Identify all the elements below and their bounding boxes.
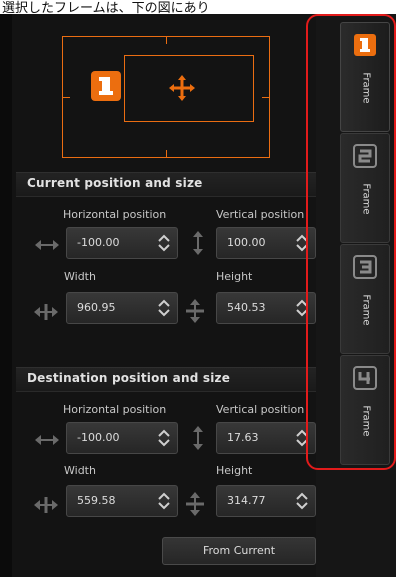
current-vertical-value: 100.00 xyxy=(227,236,266,249)
current-position-header: Current position and size xyxy=(16,172,316,197)
from-current-button[interactable]: From Current xyxy=(162,537,316,565)
height-resize-icon xyxy=(186,299,204,323)
tab-frame-3[interactable]: Frame xyxy=(340,244,390,354)
number-one-icon xyxy=(354,34,376,56)
tab-frame-2-label: Frame xyxy=(360,183,372,215)
stepper-arrows-icon[interactable] xyxy=(295,491,309,511)
destination-horizontal-field[interactable]: -100.00 xyxy=(66,422,178,454)
frame-number-badge xyxy=(91,71,121,101)
stepper-arrows-icon[interactable] xyxy=(157,298,171,318)
tab-frame-1-label: Frame xyxy=(360,72,372,104)
width-resize-icon xyxy=(34,304,58,320)
number-one-icon xyxy=(99,77,113,95)
destination-width-label: Width xyxy=(64,464,96,477)
stepper-arrows-icon[interactable] xyxy=(157,233,171,253)
current-horizontal-value: -100.00 xyxy=(77,236,120,249)
stepper-arrows-icon[interactable] xyxy=(157,428,171,448)
width-resize-icon xyxy=(34,497,58,513)
destination-horizontal-value: -100.00 xyxy=(77,431,120,444)
number-two-icon xyxy=(353,144,377,168)
current-position-title: Current position and size xyxy=(27,176,203,190)
stepper-arrows-icon[interactable] xyxy=(295,298,309,318)
stepper-arrows-icon[interactable] xyxy=(157,491,171,511)
current-height-field[interactable]: 540.53 xyxy=(216,292,316,324)
tab-frame-3-label: Frame xyxy=(360,294,372,326)
frame-position-preview[interactable] xyxy=(62,36,270,158)
destination-position-title: Destination position and size xyxy=(27,371,231,385)
current-horizontal-field[interactable]: -100.00 xyxy=(66,227,178,259)
current-horizontal-label: Horizontal position xyxy=(63,208,167,221)
destination-width-field[interactable]: 559.58 xyxy=(66,485,178,517)
tab-frame-2[interactable]: Frame xyxy=(340,133,390,243)
destination-height-label: Height xyxy=(216,464,253,477)
top-caption-strip: 選択したフレームは、下の図にあり xyxy=(0,0,396,14)
tab-frame-1[interactable]: Frame xyxy=(340,22,390,132)
stepper-arrows-icon[interactable] xyxy=(295,428,309,448)
number-three-icon xyxy=(353,255,377,279)
destination-horizontal-label: Horizontal position xyxy=(63,403,167,416)
vertical-arrows-icon xyxy=(193,231,203,255)
destination-width-value: 559.58 xyxy=(77,494,116,507)
number-four-icon xyxy=(353,366,377,390)
height-resize-icon xyxy=(186,492,204,516)
current-width-value: 960.95 xyxy=(77,301,116,314)
destination-vertical-value: 17.63 xyxy=(227,431,259,444)
tab-frame-4[interactable]: Frame xyxy=(340,355,390,465)
tab-frame-4-label: Frame xyxy=(360,405,372,437)
top-caption-text: 選択したフレームは、下の図にあり xyxy=(2,1,210,14)
destination-height-value: 314.77 xyxy=(227,494,266,507)
move-cross-icon xyxy=(169,75,195,101)
frame-rectangle[interactable] xyxy=(124,55,254,122)
vertical-arrows-icon xyxy=(193,426,203,450)
current-vertical-field[interactable]: 100.00 xyxy=(216,227,316,259)
horizontal-arrows-icon xyxy=(35,240,59,250)
stepper-arrows-icon[interactable] xyxy=(295,233,309,253)
horizontal-arrows-icon xyxy=(35,435,59,445)
current-height-label: Height xyxy=(216,270,253,283)
current-vertical-label: Vertical position xyxy=(216,208,305,221)
destination-height-field[interactable]: 314.77 xyxy=(216,485,316,517)
destination-vertical-label: Vertical position xyxy=(216,403,305,416)
destination-vertical-field[interactable]: 17.63 xyxy=(216,422,316,454)
current-width-label: Width xyxy=(64,270,96,283)
destination-position-header: Destination position and size xyxy=(16,367,316,392)
current-width-field[interactable]: 960.95 xyxy=(66,292,178,324)
current-height-value: 540.53 xyxy=(227,301,266,314)
